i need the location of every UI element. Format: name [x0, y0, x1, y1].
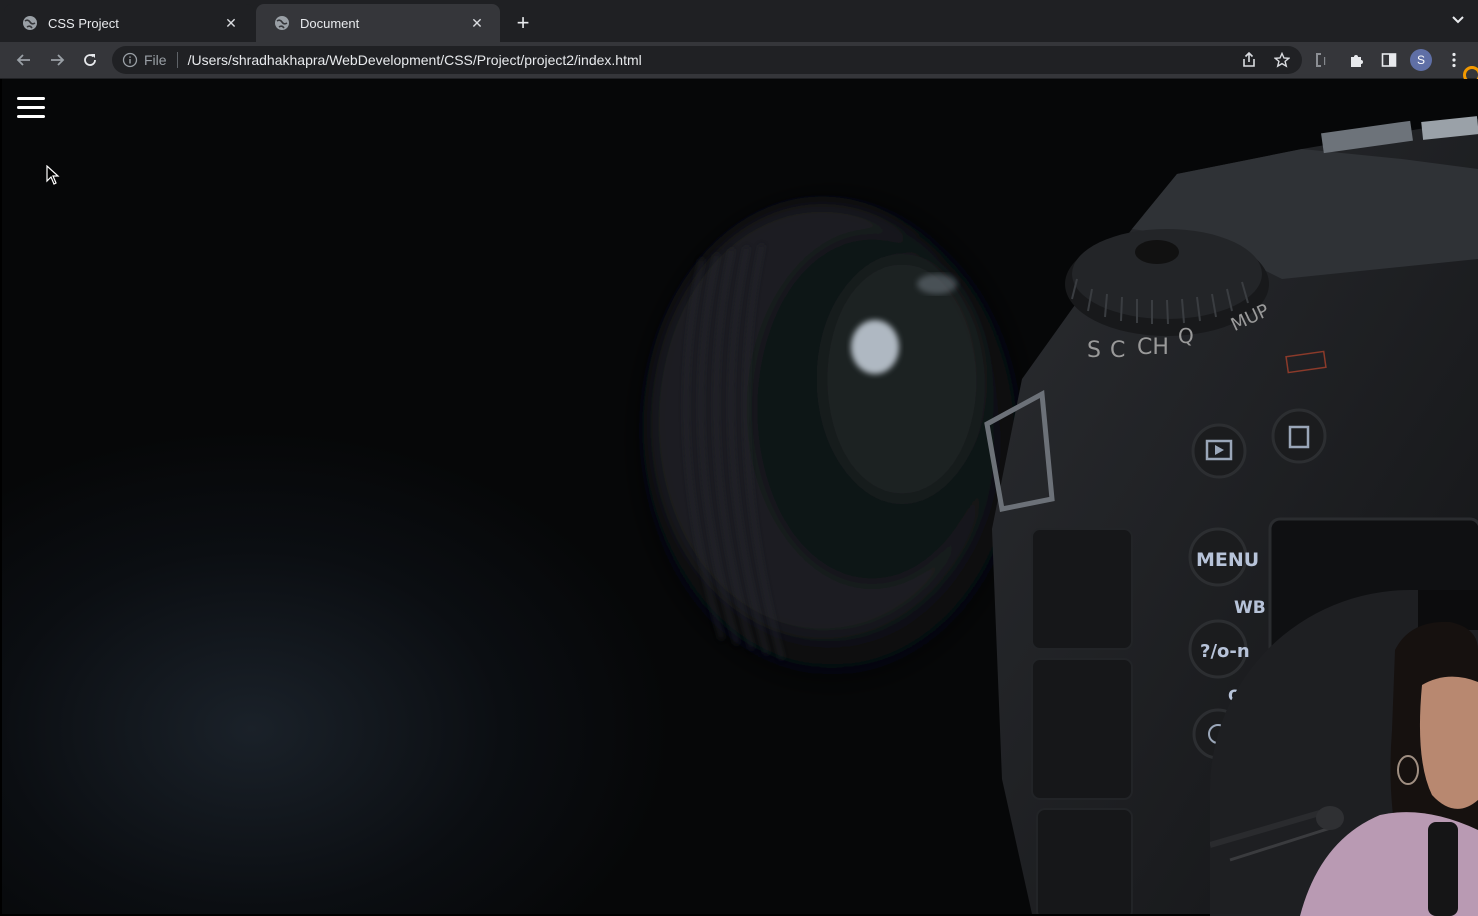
extension-icon[interactable]: I: [1311, 48, 1335, 72]
close-icon[interactable]: ✕: [468, 15, 486, 32]
url-text[interactable]: /Users/shradhakhapra/WebDevelopment/CSS/…: [188, 52, 642, 68]
tab-title: CSS Project: [48, 15, 119, 31]
info-icon[interactable]: [122, 52, 138, 68]
svg-text:CH: CH: [1137, 335, 1169, 360]
side-panel-icon[interactable]: [1377, 48, 1401, 72]
new-tab-button[interactable]: +: [510, 10, 536, 36]
globe-icon: [23, 16, 37, 30]
tab-css-project[interactable]: CSS Project ✕: [4, 4, 254, 42]
address-bar[interactable]: File /Users/shradhakhapra/WebDevelopment…: [112, 46, 1302, 74]
svg-text:?/o-n: ?/o-n: [1200, 641, 1250, 662]
chevron-down-icon[interactable]: [1452, 12, 1464, 27]
svg-text:S: S: [1087, 338, 1101, 363]
svg-text:I: I: [1323, 55, 1326, 68]
svg-text:C: C: [1110, 338, 1125, 363]
profile-avatar[interactable]: S: [1410, 49, 1432, 71]
svg-text:Q: Q: [1178, 324, 1194, 348]
tab-title: Document: [300, 15, 360, 31]
hamburger-menu-icon[interactable]: [17, 97, 47, 121]
tab-strip: CSS Project ✕ Document ✕ +: [0, 0, 1478, 43]
tab-document[interactable]: Document ✕: [256, 4, 500, 42]
puzzle-icon[interactable]: [1344, 48, 1368, 72]
forward-arrow-icon[interactable]: [45, 48, 69, 72]
divider: [176, 52, 178, 68]
scheme-label: File: [144, 52, 167, 68]
share-icon[interactable]: [1237, 48, 1261, 72]
back-arrow-icon[interactable]: [12, 48, 36, 72]
star-icon[interactable]: [1270, 48, 1294, 72]
reload-icon[interactable]: [78, 48, 102, 72]
browser-toolbar: File /Users/shradhakhapra/WebDevelopment…: [0, 42, 1478, 79]
mouse-cursor-icon: [46, 165, 60, 185]
svg-text:MENU: MENU: [1196, 549, 1259, 571]
svg-text:WB: WB: [1234, 598, 1266, 618]
kebab-menu-icon[interactable]: [1442, 48, 1466, 72]
globe-icon: [275, 16, 289, 30]
close-icon[interactable]: ✕: [222, 15, 240, 32]
